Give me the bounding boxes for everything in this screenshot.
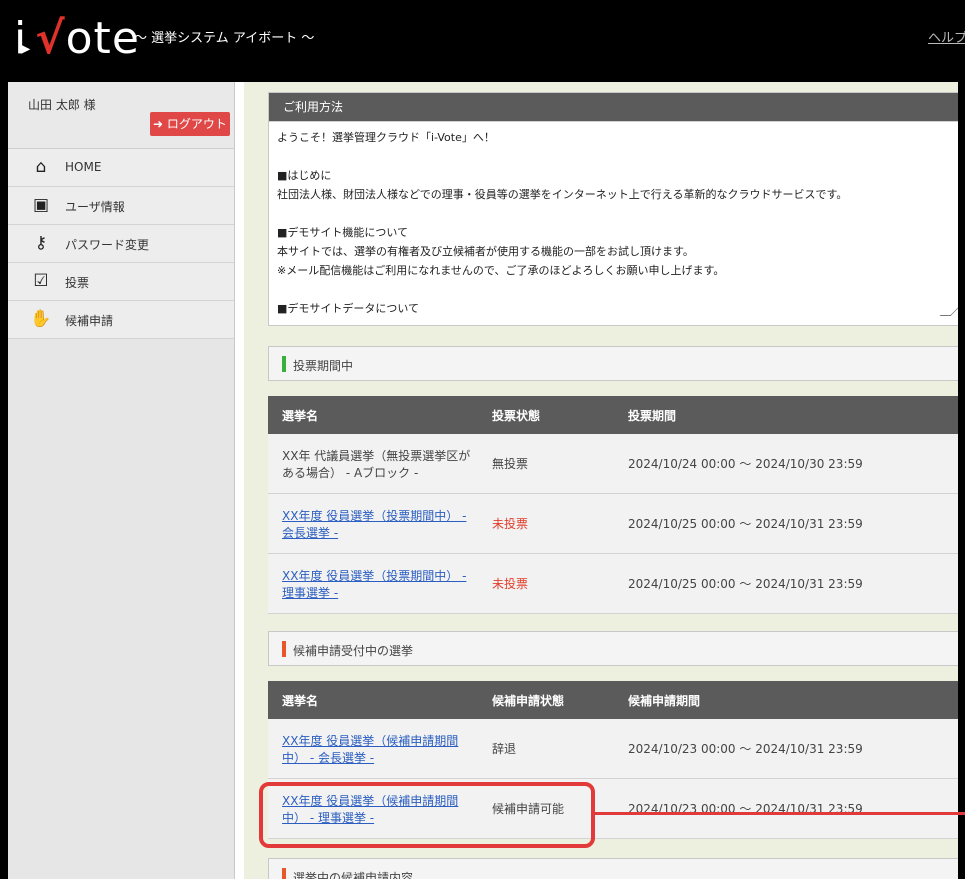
orange-marker-icon bbox=[282, 641, 286, 657]
logout-button[interactable]: ➜ ログアウト bbox=[150, 112, 230, 136]
ballot-box-icon: ☑ bbox=[33, 271, 49, 291]
candidacy-section-header: 候補申請受付中の選挙 bbox=[268, 631, 963, 666]
voting-section-header: 投票期間中 bbox=[268, 346, 963, 381]
green-marker-icon bbox=[282, 356, 286, 372]
highlight-callout bbox=[259, 782, 595, 848]
left-frame-border bbox=[0, 82, 8, 879]
usage-line bbox=[277, 147, 952, 166]
callout-line bbox=[595, 812, 965, 815]
user-box: 山田 太郎 様 ➜ ログアウト bbox=[8, 82, 234, 149]
sidebar-item-user-info[interactable]: ▣ ユーザ情報 bbox=[8, 187, 234, 225]
key-icon: ⚷ bbox=[34, 233, 48, 253]
election-name: XX年 代議員選挙（無投票選挙区がある場合） - Aブロック - bbox=[268, 434, 478, 494]
logo-dot-icon: ▸ bbox=[21, 38, 32, 59]
usage-line bbox=[277, 280, 952, 299]
logout-icon: ➜ bbox=[153, 117, 167, 131]
table-row: XX年度 役員選挙（投票期間中） - 理事選挙 - 未投票 2024/10/25… bbox=[268, 553, 963, 614]
vote-status: 未投票 bbox=[492, 577, 529, 591]
tagline: ～ 選挙システム アイボート ～ bbox=[134, 31, 315, 46]
usage-title: ご利用方法 bbox=[269, 93, 960, 122]
sidebar-item-label: パスワード変更 bbox=[65, 238, 150, 252]
vote-period: 2024/10/24 00:00 ～ 2024/10/30 23:59 bbox=[614, 434, 963, 494]
logo-suffix: ote bbox=[65, 13, 140, 64]
usage-textarea[interactable]: ようこそ！選挙管理クラウド「i-Vote」へ！ ■はじめに 社団法人様、財団法人… bbox=[269, 122, 960, 320]
app-shell: i▸√ote ～ 選挙システム アイボート ～ ヘルプ 山田 太郎 様 ➜ ログ… bbox=[0, 0, 965, 879]
election-link[interactable]: XX年度 役員選挙（投票期間中） - 理事選挙 - bbox=[282, 569, 466, 600]
table-header-row: 選挙名 候補申請状態 候補申請期間 bbox=[268, 681, 963, 719]
sidebar-item-label: 候補申請 bbox=[65, 314, 114, 328]
home-icon: ⌂ bbox=[35, 157, 47, 177]
id-card-icon: ▣ bbox=[32, 195, 50, 215]
col-header-period: 投票期間 bbox=[614, 396, 963, 434]
sidebar-item-home[interactable]: ⌂ HOME bbox=[8, 149, 234, 187]
table-row: XX年度 役員選挙（候補申請期間中） - 会長選挙 - 辞退 2024/10/2… bbox=[268, 719, 963, 779]
main-content: ご利用方法 ようこそ！選挙管理クラウド「i-Vote」へ！ ■はじめに 社団法人… bbox=[244, 82, 963, 879]
sidebar-item-vote[interactable]: ☑ 投票 bbox=[8, 263, 234, 301]
table-header-row: 選挙名 投票状態 投票期間 bbox=[268, 396, 963, 434]
election-link[interactable]: XX年度 役員選挙（投票期間中） - 会長選挙 - bbox=[282, 509, 466, 540]
usage-line bbox=[277, 204, 952, 223]
usage-line: ※メール配信機能はご利用になれませんので、ご了承のほどよろしくお願い申し上げます… bbox=[277, 264, 725, 277]
col-header-status: 投票状態 bbox=[478, 396, 614, 434]
col-header-name: 選挙名 bbox=[268, 396, 478, 434]
usage-line: ■デモサイト機能について bbox=[277, 226, 409, 239]
election-link[interactable]: XX年度 役員選挙（候補申請期間中） - 会長選挙 - bbox=[282, 734, 458, 765]
candidacy-content-section-header: 選挙中の候補申請内容 bbox=[268, 858, 963, 879]
sidebar-item-label: HOME bbox=[65, 160, 102, 174]
candidacy-section-title: 候補申請受付中の選挙 bbox=[293, 644, 414, 658]
sidebar-item-candidacy[interactable]: ✋ 候補申請 bbox=[8, 301, 234, 339]
usage-line: ■はじめに bbox=[277, 169, 332, 182]
usage-line: ようこそ！選挙管理クラウド「i-Vote」へ！ bbox=[277, 131, 495, 144]
vote-period: 2024/10/25 00:00 ～ 2024/10/31 23:59 bbox=[614, 553, 963, 614]
candidacy-period: 2024/10/23 00:00 ～ 2024/10/31 23:59 bbox=[614, 719, 963, 779]
col-header-status: 候補申請状態 bbox=[478, 681, 614, 719]
col-header-period: 候補申請期間 bbox=[614, 681, 963, 719]
vote-period: 2024/10/25 00:00 ～ 2024/10/31 23:59 bbox=[614, 493, 963, 554]
vote-status: 未投票 bbox=[492, 517, 529, 531]
ivote-logo[interactable]: i▸√ote bbox=[14, 14, 140, 64]
sidebar-item-label: 投票 bbox=[65, 276, 90, 290]
logout-label: ログアウト bbox=[166, 117, 227, 131]
top-header: i▸√ote ～ 選挙システム アイボート ～ ヘルプ bbox=[0, 0, 965, 82]
candidacy-status: 辞退 bbox=[478, 719, 614, 779]
hand-icon: ✋ bbox=[30, 309, 52, 329]
orange-marker-icon bbox=[282, 868, 286, 879]
table-row: XX年 代議員選挙（無投票選挙区がある場合） - Aブロック - 無投票 202… bbox=[268, 434, 963, 494]
user-name: 山田 太郎 様 bbox=[28, 98, 96, 112]
candidacy-period: 2024/10/23 00:00 ～ 2024/10/31 23:59 bbox=[614, 778, 963, 839]
candidacy-content-section-title: 選挙中の候補申請内容 bbox=[293, 871, 414, 879]
usage-panel: ご利用方法 ようこそ！選挙管理クラウド「i-Vote」へ！ ■はじめに 社団法人… bbox=[268, 92, 961, 326]
table-row: XX年度 役員選挙（投票期間中） - 会長選挙 - 未投票 2024/10/25… bbox=[268, 493, 963, 554]
right-frame-border bbox=[958, 82, 965, 879]
usage-line: ■デモサイトデータについて bbox=[277, 302, 420, 315]
sidebar-item-label: ユーザ情報 bbox=[65, 200, 125, 214]
logo-check: √ bbox=[35, 13, 66, 64]
usage-line: 社団法人様、財団法人様などでの理事・役員等の選挙をインターネット上で行える革新的… bbox=[277, 188, 848, 201]
help-link[interactable]: ヘルプ bbox=[928, 27, 965, 46]
voting-section-title: 投票期間中 bbox=[293, 359, 354, 373]
col-header-name: 選挙名 bbox=[268, 681, 478, 719]
usage-line: 本サイトでは、選挙の有権者及び立候補者が使用する機能の一部をお試し頂けます。 bbox=[277, 245, 694, 258]
sidebar-item-password[interactable]: ⚷ パスワード変更 bbox=[8, 225, 234, 263]
vote-status: 無投票 bbox=[478, 434, 614, 494]
sidebar: 山田 太郎 様 ➜ ログアウト ⌂ HOME ▣ ユーザ情報 ⚷ パスワード変更… bbox=[8, 82, 235, 879]
voting-table: 選挙名 投票状態 投票期間 XX年 代議員選挙（無投票選挙区がある場合） - A… bbox=[268, 396, 963, 614]
